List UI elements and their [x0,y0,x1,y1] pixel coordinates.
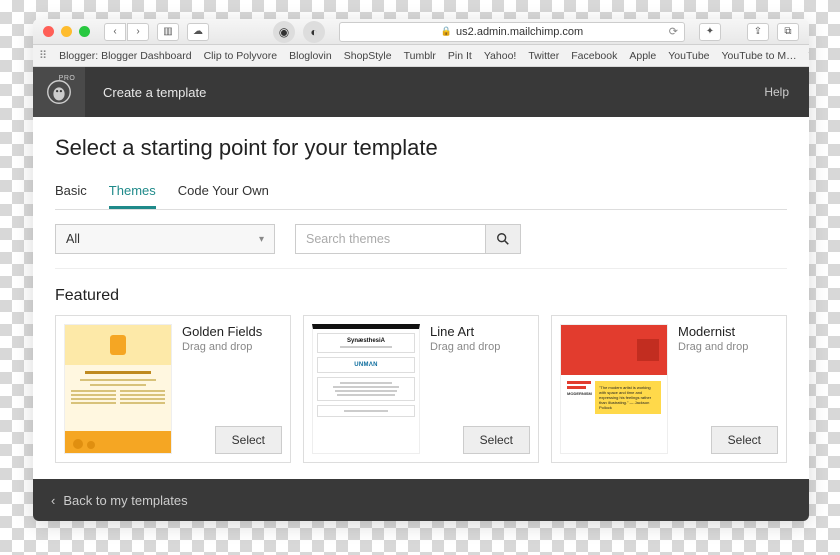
reload-icon[interactable]: ⟳ [669,25,678,38]
sidebar-button[interactable]: ▥ [157,23,179,41]
template-cards: Golden Fields Drag and drop Select Synæs… [55,315,787,463]
template-title: Line Art [430,324,530,339]
template-card: SynæsthesiA UNMΛN Line Art Drag and drop… [303,315,539,463]
bookmark-item[interactable]: Blogger: Blogger Dashboard [59,50,192,62]
close-icon[interactable] [43,26,54,37]
titlebar: ‹ › ▥ ☁ ◉ ◐ 🔒 us2.admin.mailchimp.com ⟳ … [33,19,809,45]
tabs-button[interactable]: ⧉ [777,23,799,41]
main-content: Select a starting point for your templat… [33,117,809,479]
chevron-down-icon: ▾ [259,234,264,245]
search-input[interactable] [295,224,485,254]
search-group [295,224,521,254]
tab-themes[interactable]: Themes [109,183,156,209]
help-link[interactable]: Help [744,67,809,117]
bookmark-item[interactable]: Yahoo! [484,50,517,62]
browser-window: ‹ › ▥ ☁ ◉ ◐ 🔒 us2.admin.mailchimp.com ⟳ … [33,19,809,521]
pinterest-icon[interactable]: ◉ [273,21,295,43]
footer-bar: ‹ Back to my templates [33,479,809,521]
reader-button[interactable]: ✦ [699,23,721,41]
template-tabs: Basic Themes Code Your Own [55,183,787,210]
select-button[interactable]: Select [463,426,530,454]
bookmark-item[interactable]: Tumblr [404,50,436,62]
page-heading: Select a starting point for your templat… [55,135,787,161]
template-thumbnail[interactable]: MODERNISM "The modern artist is working … [560,324,668,454]
bookmarks-bar: ⠿ Blogger: Blogger Dashboard Clip to Pol… [33,45,809,67]
tab-code[interactable]: Code Your Own [178,183,269,209]
bookmark-item[interactable]: YouTube to M… [722,50,797,62]
back-link[interactable]: Back to my templates [63,493,187,508]
tab-basic[interactable]: Basic [55,183,87,209]
template-title: Golden Fields [182,324,282,339]
template-thumbnail[interactable]: SynæsthesiA UNMΛN [312,324,420,454]
back-button[interactable]: ‹ [104,23,126,41]
app-title: Create a template [85,67,224,117]
zoom-icon[interactable] [79,26,90,37]
template-card: Golden Fields Drag and drop Select [55,315,291,463]
select-button[interactable]: Select [215,426,282,454]
minimize-icon[interactable] [61,26,72,37]
mailchimp-logo[interactable]: PRO [33,67,85,117]
forward-button[interactable]: › [127,23,149,41]
apps-icon[interactable]: ⠿ [39,49,47,62]
chevron-left-icon: ‹ [51,493,55,508]
app-header: PRO Create a template Help [33,67,809,117]
category-select[interactable]: All ▾ [55,224,275,254]
bookmark-item[interactable]: Pin It [448,50,472,62]
select-value: All [66,232,80,246]
nav-buttons: ‹ › [104,23,149,41]
search-button[interactable] [485,224,521,254]
bookmark-item[interactable]: Bloglovin [289,50,332,62]
template-title: Modernist [678,324,778,339]
template-card: MODERNISM "The modern artist is working … [551,315,787,463]
filter-row: All ▾ [55,224,787,269]
window-controls [43,26,90,37]
address-bar[interactable]: 🔒 us2.admin.mailchimp.com ⟳ [339,22,685,42]
bookmark-item[interactable]: Clip to Polyvore [204,50,278,62]
template-subtitle: Drag and drop [678,341,778,353]
url-text: us2.admin.mailchimp.com [456,26,583,38]
bookmark-item[interactable]: YouTube [668,50,709,62]
lock-icon: 🔒 [441,26,452,37]
icloud-button[interactable]: ☁ [187,23,209,41]
extension-icon[interactable]: ◐ [303,21,325,43]
template-subtitle: Drag and drop [430,341,530,353]
featured-heading: Featured [55,287,787,305]
search-icon [496,232,510,246]
bookmark-item[interactable]: Facebook [571,50,617,62]
template-subtitle: Drag and drop [182,341,282,353]
template-thumbnail[interactable] [64,324,172,454]
bookmark-item[interactable]: ShopStyle [344,50,392,62]
share-button[interactable]: ⇪ [747,23,769,41]
pro-badge: PRO [59,75,76,82]
bookmark-item[interactable]: Apple [629,50,656,62]
select-button[interactable]: Select [711,426,778,454]
bookmark-item[interactable]: Twitter [528,50,559,62]
